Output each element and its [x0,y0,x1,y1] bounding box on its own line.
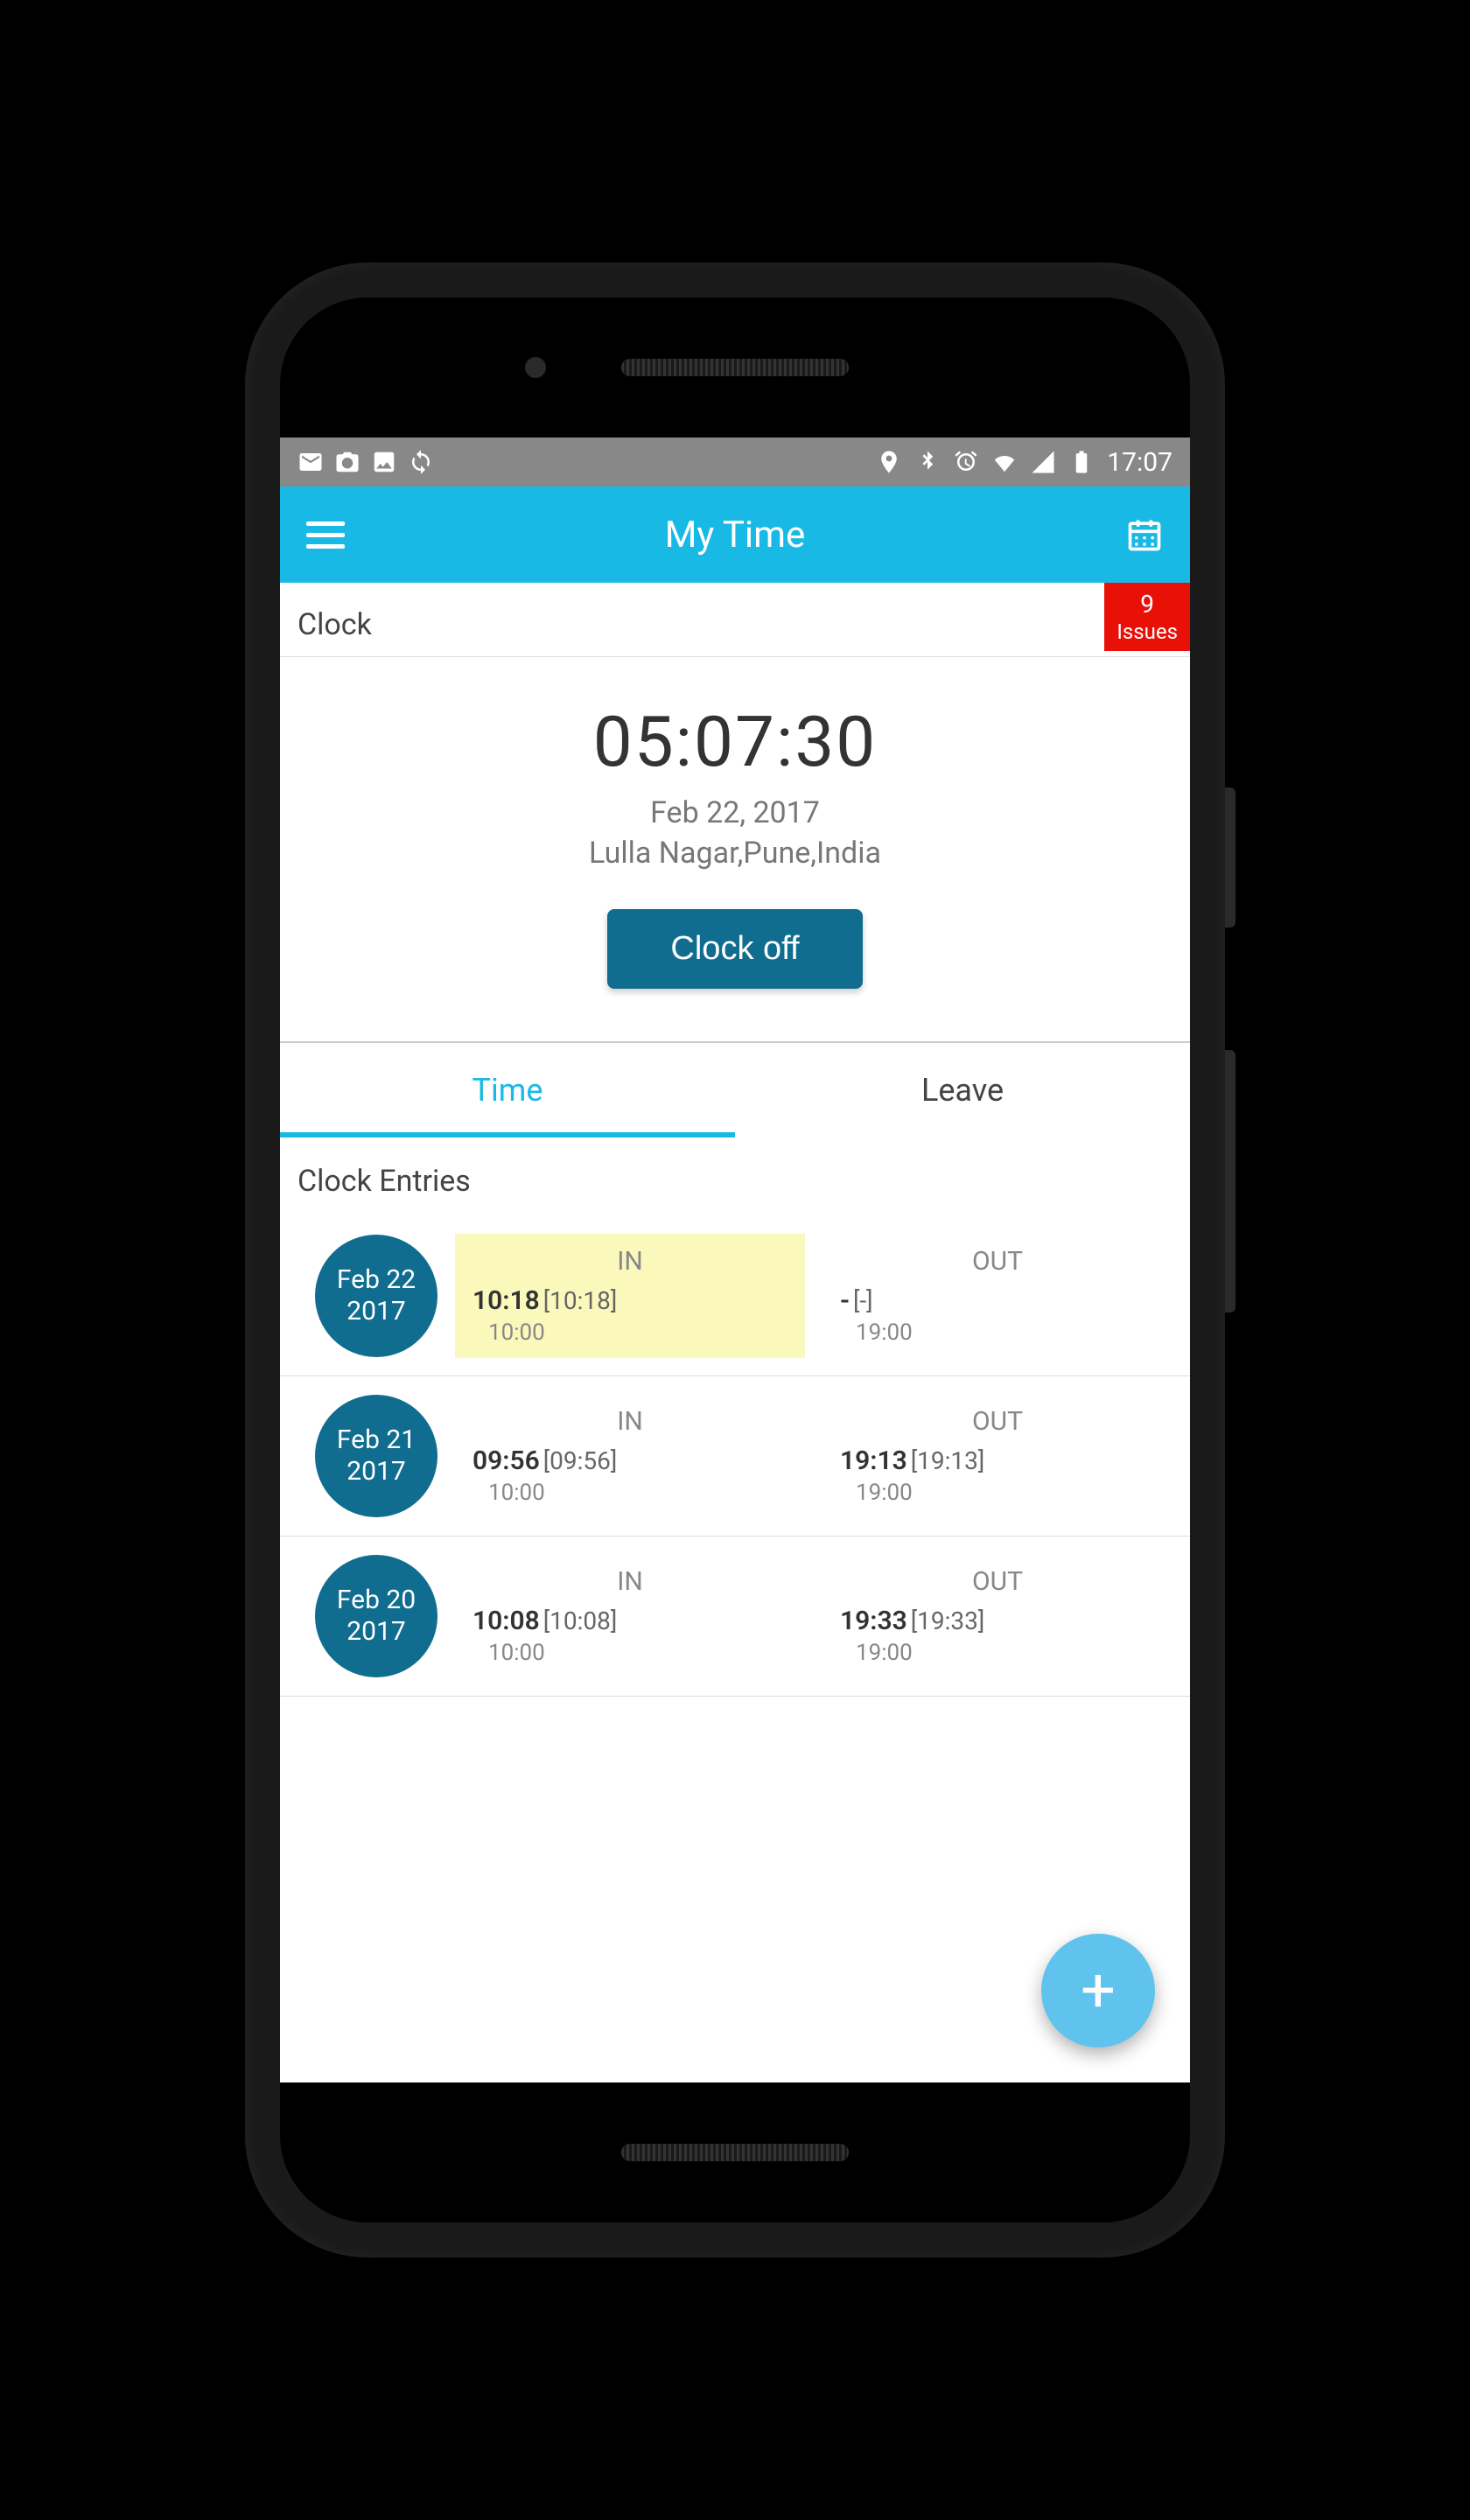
in-scheduled: 10:00 [472,1320,788,1346]
android-status-bar: 17:07 [280,438,1190,486]
tabs-bar: Time Leave [280,1041,1190,1138]
clock-panel: 05:07:30 Feb 22, 2017 Lulla Nagar,Pune,I… [280,657,1190,1041]
entry-date-circle: Feb 22 2017 [315,1235,438,1357]
issues-badge[interactable]: 9 Issues [1104,583,1190,651]
phone-top-speaker-area [280,298,1190,438]
issues-label: Issues [1116,620,1178,644]
in-label: IN [472,1246,788,1277]
out-time: - [840,1285,850,1316]
mail-icon [298,449,324,475]
entry-date-top: Feb 21 [337,1424,416,1456]
status-right-icons: 17:07 [876,447,1172,478]
phone-bottom-speaker [621,2144,849,2161]
entry-out-column[interactable]: OUT 19:33 [19:33] 19:00 [822,1554,1172,1678]
out-bracket: [19:13] [911,1446,985,1475]
tab-time[interactable]: Time [280,1043,735,1138]
entry-date-top: Feb 22 [337,1264,416,1296]
entry-date-top: Feb 20 [337,1585,416,1616]
out-label: OUT [840,1566,1155,1597]
plus-icon: + [1081,1955,1116,2026]
in-time: 09:56 [472,1446,540,1476]
out-bracket: [-] [853,1286,873,1315]
status-clock-time: 17:07 [1107,447,1172,478]
clock-date: Feb 22, 2017 [298,795,1172,830]
in-bracket: [09:56] [543,1446,618,1475]
in-bracket: [10:08] [543,1606,618,1635]
phone-speaker [621,359,849,376]
in-label: IN [472,1406,788,1437]
in-label: IN [472,1566,788,1597]
page-title: My Time [345,514,1125,556]
clock-off-button[interactable]: Clock off [607,909,862,989]
out-time: 19:13 [840,1446,907,1476]
entry-out-column[interactable]: OUT 19:13 [19:13] 19:00 [822,1394,1172,1518]
alarm-icon [953,449,979,475]
wifi-icon [991,449,1018,475]
out-time: 19:33 [840,1606,907,1636]
entry-date-bottom: 2017 [346,1616,405,1648]
out-label: OUT [840,1406,1155,1437]
entry-in-column[interactable]: IN 10:08 [10:08] 10:00 [455,1554,805,1678]
out-bracket: [19:33] [911,1606,985,1635]
phone-inner: 17:07 My Time Clock 9 Issues [280,298,1190,2222]
signal-icon [1030,449,1056,475]
bluetooth-icon [914,449,941,475]
in-scheduled: 10:00 [472,1640,788,1666]
entry-row[interactable]: Feb 20 2017 IN 10:08 [10:08] 10:00 [280,1536,1190,1697]
clock-section-header: Clock 9 Issues [280,583,1190,657]
status-left-icons [298,449,876,475]
entry-in-column[interactable]: IN 10:18 [10:18] 10:00 [455,1234,805,1358]
clock-time: 05:07:30 [298,701,1172,783]
camera-icon [334,449,360,475]
add-entry-button[interactable]: + [1041,1934,1155,2048]
entry-row[interactable]: Feb 22 2017 IN 10:18 [10:18] 10:00 [280,1216,1190,1376]
screen-content: Clock 9 Issues 05:07:30 Feb 22, 2017 Lul… [280,583,1190,2082]
out-scheduled: 19:00 [840,1640,1155,1666]
in-time: 10:08 [472,1606,540,1636]
entries-list[interactable]: Feb 22 2017 IN 10:18 [10:18] 10:00 [280,1216,1190,2082]
phone-screen: 17:07 My Time Clock 9 Issues [280,438,1190,2082]
entry-date-bottom: 2017 [346,1296,405,1327]
entry-row[interactable]: Feb 21 2017 IN 09:56 [09:56] 10:00 [280,1376,1190,1536]
picture-icon [371,449,397,475]
out-scheduled: 19:00 [840,1320,1155,1346]
phone-device-frame: 17:07 My Time Clock 9 Issues [245,262,1225,2258]
tab-leave[interactable]: Leave [735,1043,1190,1138]
phone-bottom-speaker-area [280,2082,1190,2222]
out-scheduled: 19:00 [840,1480,1155,1506]
location-pin-icon [876,449,902,475]
entries-header: Clock Entries [280,1138,1190,1216]
entry-date-circle: Feb 21 2017 [315,1395,438,1517]
entry-date-circle: Feb 20 2017 [315,1555,438,1677]
sync-icon [408,449,434,475]
out-label: OUT [840,1246,1155,1277]
clock-location: Lulla Nagar,Pune,India [298,836,1172,871]
in-scheduled: 10:00 [472,1480,788,1506]
battery-icon [1068,449,1095,475]
app-bar: My Time [280,486,1190,583]
entry-in-column[interactable]: IN 09:56 [09:56] 10:00 [455,1394,805,1518]
menu-icon[interactable] [306,522,345,549]
phone-camera [525,357,546,378]
entry-out-column[interactable]: OUT - [-] 19:00 [822,1234,1172,1358]
entry-date-bottom: 2017 [346,1456,405,1488]
calendar-icon[interactable] [1125,515,1164,554]
issues-count: 9 [1116,590,1178,620]
clock-section-label: Clock [298,607,1172,642]
in-time: 10:18 [472,1285,540,1316]
in-bracket: [10:18] [543,1286,618,1315]
